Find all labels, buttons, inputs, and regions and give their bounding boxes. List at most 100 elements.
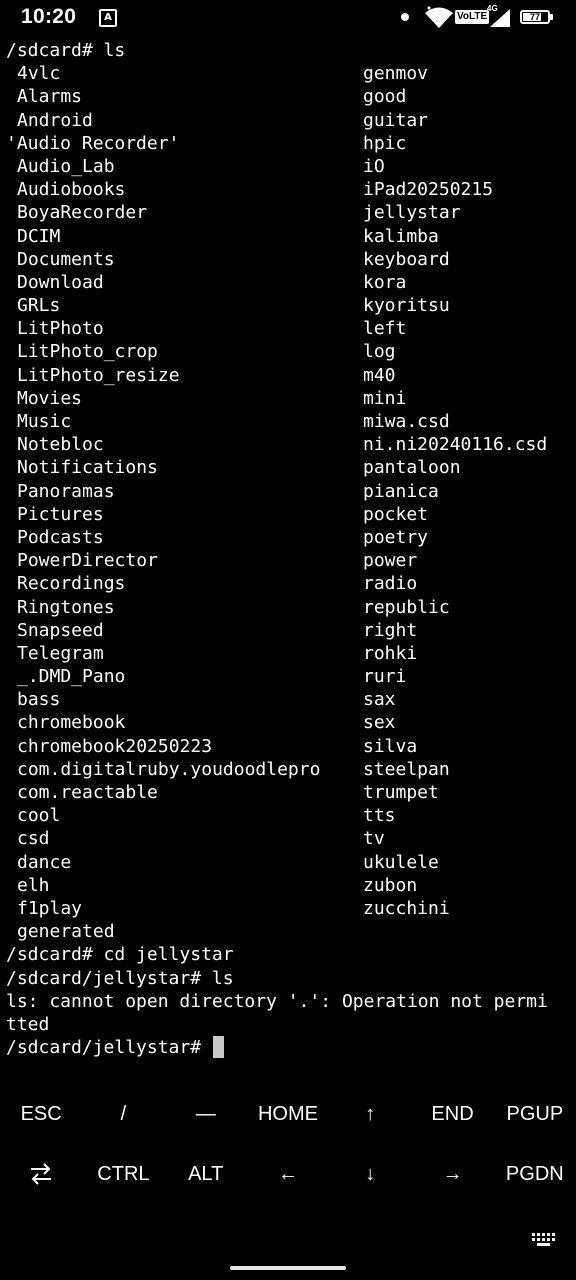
listing-entry-right: kalimba [363, 225, 439, 247]
listing-row: Ringtones republic [0, 596, 576, 619]
terminal-output[interactable]: /sdcard# ls 4vlc genmov Alarms good Android g… [0, 39, 576, 1059]
listing-row: LitPhoto_crop log [0, 340, 576, 363]
status-bar: 10:20 A VoLTE 4G 77 [0, 0, 576, 40]
extra-keys-row-1: ESC / — HOME ↑ END PGUP [0, 1085, 576, 1143]
listing-row: Notifications pantaloon [0, 456, 576, 479]
listing-entry-left: Music [17, 411, 72, 432]
listing-entry-left: bass [17, 689, 61, 711]
listing-row: BoyaRecorder jellystar [0, 201, 576, 224]
listing-entry-left: Podcasts [17, 526, 104, 548]
listing-entry-left: dance [17, 851, 72, 873]
listing-row: f1play zucchini [0, 897, 576, 920]
listing-entry-left: csd [17, 828, 50, 850]
terminal-after-lines: /sdcard# cd jellystar/sdcard/jellystar# … [0, 943, 576, 1036]
listing-entry-left: Download [17, 271, 104, 293]
listing-row: Telegram rohki [0, 642, 576, 665]
listing-entry-left: PowerDirector [17, 550, 158, 572]
listing-row: _.DMD_Pano ruri [0, 665, 576, 688]
listing-entry-left: Panoramas [17, 480, 115, 502]
terminal-line: ls: cannot open directory '.': Operation… [0, 990, 576, 1013]
pgup-key[interactable]: PGUP [494, 1085, 576, 1143]
terminal-line: /sdcard/jellystar# [0, 1036, 576, 1059]
listing-row: chromebook20250223 silva [0, 735, 576, 758]
listing-row: Recordings radio [0, 572, 576, 595]
listing-entry-right: silva [363, 735, 418, 757]
listing-entry-right: jellystar [363, 202, 461, 224]
listing-row: Audiobooks iPad20250215 [0, 178, 576, 201]
tab-key[interactable] [0, 1145, 82, 1203]
terminal-text: ls: cannot open directory '.': Operation… [6, 990, 548, 1012]
listing-row: Alarms good [0, 85, 576, 108]
listing-entry-right: ni.ni20240116.csd [363, 434, 548, 456]
terminal-line: /sdcard# cd jellystar [0, 943, 576, 966]
listing-entry-left: DCIM [17, 225, 61, 247]
listing-entry-left: Snapseed [17, 619, 104, 641]
listing-entry-right: mini [363, 387, 407, 409]
listing-entry-left: chromebook [17, 712, 126, 734]
terminal-text: /sdcard# cd jellystar [6, 944, 234, 966]
listing-entry-left: com.digitalruby.youdoodlepro [17, 758, 321, 780]
listing-row: cool tts [0, 804, 576, 827]
listing-entry-left: GRLs [17, 295, 61, 317]
listing-entry-right: ruri [363, 666, 407, 688]
listing-row: Music miwa.csd [0, 410, 576, 433]
listing-row: Panoramas pianica [0, 480, 576, 503]
listing-entry-right: left [363, 318, 407, 340]
terminal-text: tted [6, 1013, 50, 1035]
listing-row: bass sax [0, 688, 576, 711]
listing-entry-right: keyboard [363, 248, 450, 270]
listing-entry-right: sax [363, 689, 396, 711]
pgdn-key[interactable]: PGDN [494, 1145, 576, 1203]
listing-entry-right: iPad20250215 [363, 179, 494, 201]
listing-entry-right: pocket [363, 503, 429, 525]
listing-entry-left: chromebook20250223 [17, 735, 213, 757]
terminal-line: /sdcard/jellystar# ls [0, 967, 576, 990]
listing-row: Snapseed right [0, 619, 576, 642]
listing-row: DCIM kalimba [0, 225, 576, 248]
home-key[interactable]: HOME [247, 1085, 329, 1143]
listing-entry-left: 'Audio Recorder' [6, 132, 180, 154]
listing-entry-right: zubon [363, 874, 418, 896]
end-key[interactable]: END [411, 1085, 493, 1143]
listing-row: elh zubon [0, 874, 576, 897]
listing-row: generated [0, 920, 576, 943]
listing-entry-right: pianica [363, 480, 439, 502]
listing-entry-right: genmov [363, 63, 429, 85]
listing-entry-left: Audiobooks [17, 179, 126, 201]
extra-keys-bar: ESC / — HOME ↑ END PGUP CTRL ALT ← ↓ → PGDN [0, 1085, 576, 1205]
dash-key[interactable]: — [165, 1085, 247, 1143]
listing-entry-left: Notifications [17, 457, 158, 479]
ctrl-key[interactable]: CTRL [82, 1145, 164, 1203]
listing-entry-left: Documents [17, 248, 115, 270]
up-arrow-key[interactable]: ↑ [329, 1085, 411, 1143]
down-arrow-key[interactable]: ↓ [329, 1145, 411, 1203]
listing-entry-left: Telegram [17, 642, 104, 664]
listing-entry-right: kora [363, 271, 407, 293]
esc-key[interactable]: ESC [0, 1085, 82, 1143]
listing-row: Download kora [0, 271, 576, 294]
right-arrow-key[interactable]: → [411, 1145, 493, 1203]
listing-entry-left: LitPhoto_resize [17, 364, 180, 386]
listing-entry-left: 4vlc [17, 63, 61, 85]
left-arrow-key[interactable]: ← [247, 1145, 329, 1203]
listing-row: PowerDirector power [0, 549, 576, 572]
listing-entry-right: kyoritsu [363, 295, 450, 317]
listing-entry-left: Pictures [17, 503, 104, 525]
listing-entry-left: cool [17, 805, 61, 827]
tab-arrows-icon [31, 1163, 52, 1185]
terminal-line: tted [0, 1013, 576, 1036]
extra-keys-row-2: CTRL ALT ← ↓ → PGDN [0, 1145, 576, 1203]
listing-entry-right: miwa.csd [363, 411, 450, 432]
keyboard-icon[interactable] [531, 1232, 557, 1248]
gesture-handle[interactable] [230, 1266, 346, 1270]
terminal-line: /sdcard# ls [0, 39, 576, 62]
slash-key[interactable]: / [82, 1085, 164, 1143]
alt-key[interactable]: ALT [165, 1145, 247, 1203]
wifi-icon [425, 6, 453, 28]
listing-entry-right: log [363, 341, 396, 363]
listing-entry-right: sex [363, 712, 396, 734]
listing-entry-left: Audio_Lab [17, 155, 115, 177]
listing-entry-left: Android [17, 109, 93, 131]
listing-entry-left: elh [17, 874, 50, 896]
listing-row: com.digitalruby.youdoodlepro steelpan [0, 758, 576, 781]
